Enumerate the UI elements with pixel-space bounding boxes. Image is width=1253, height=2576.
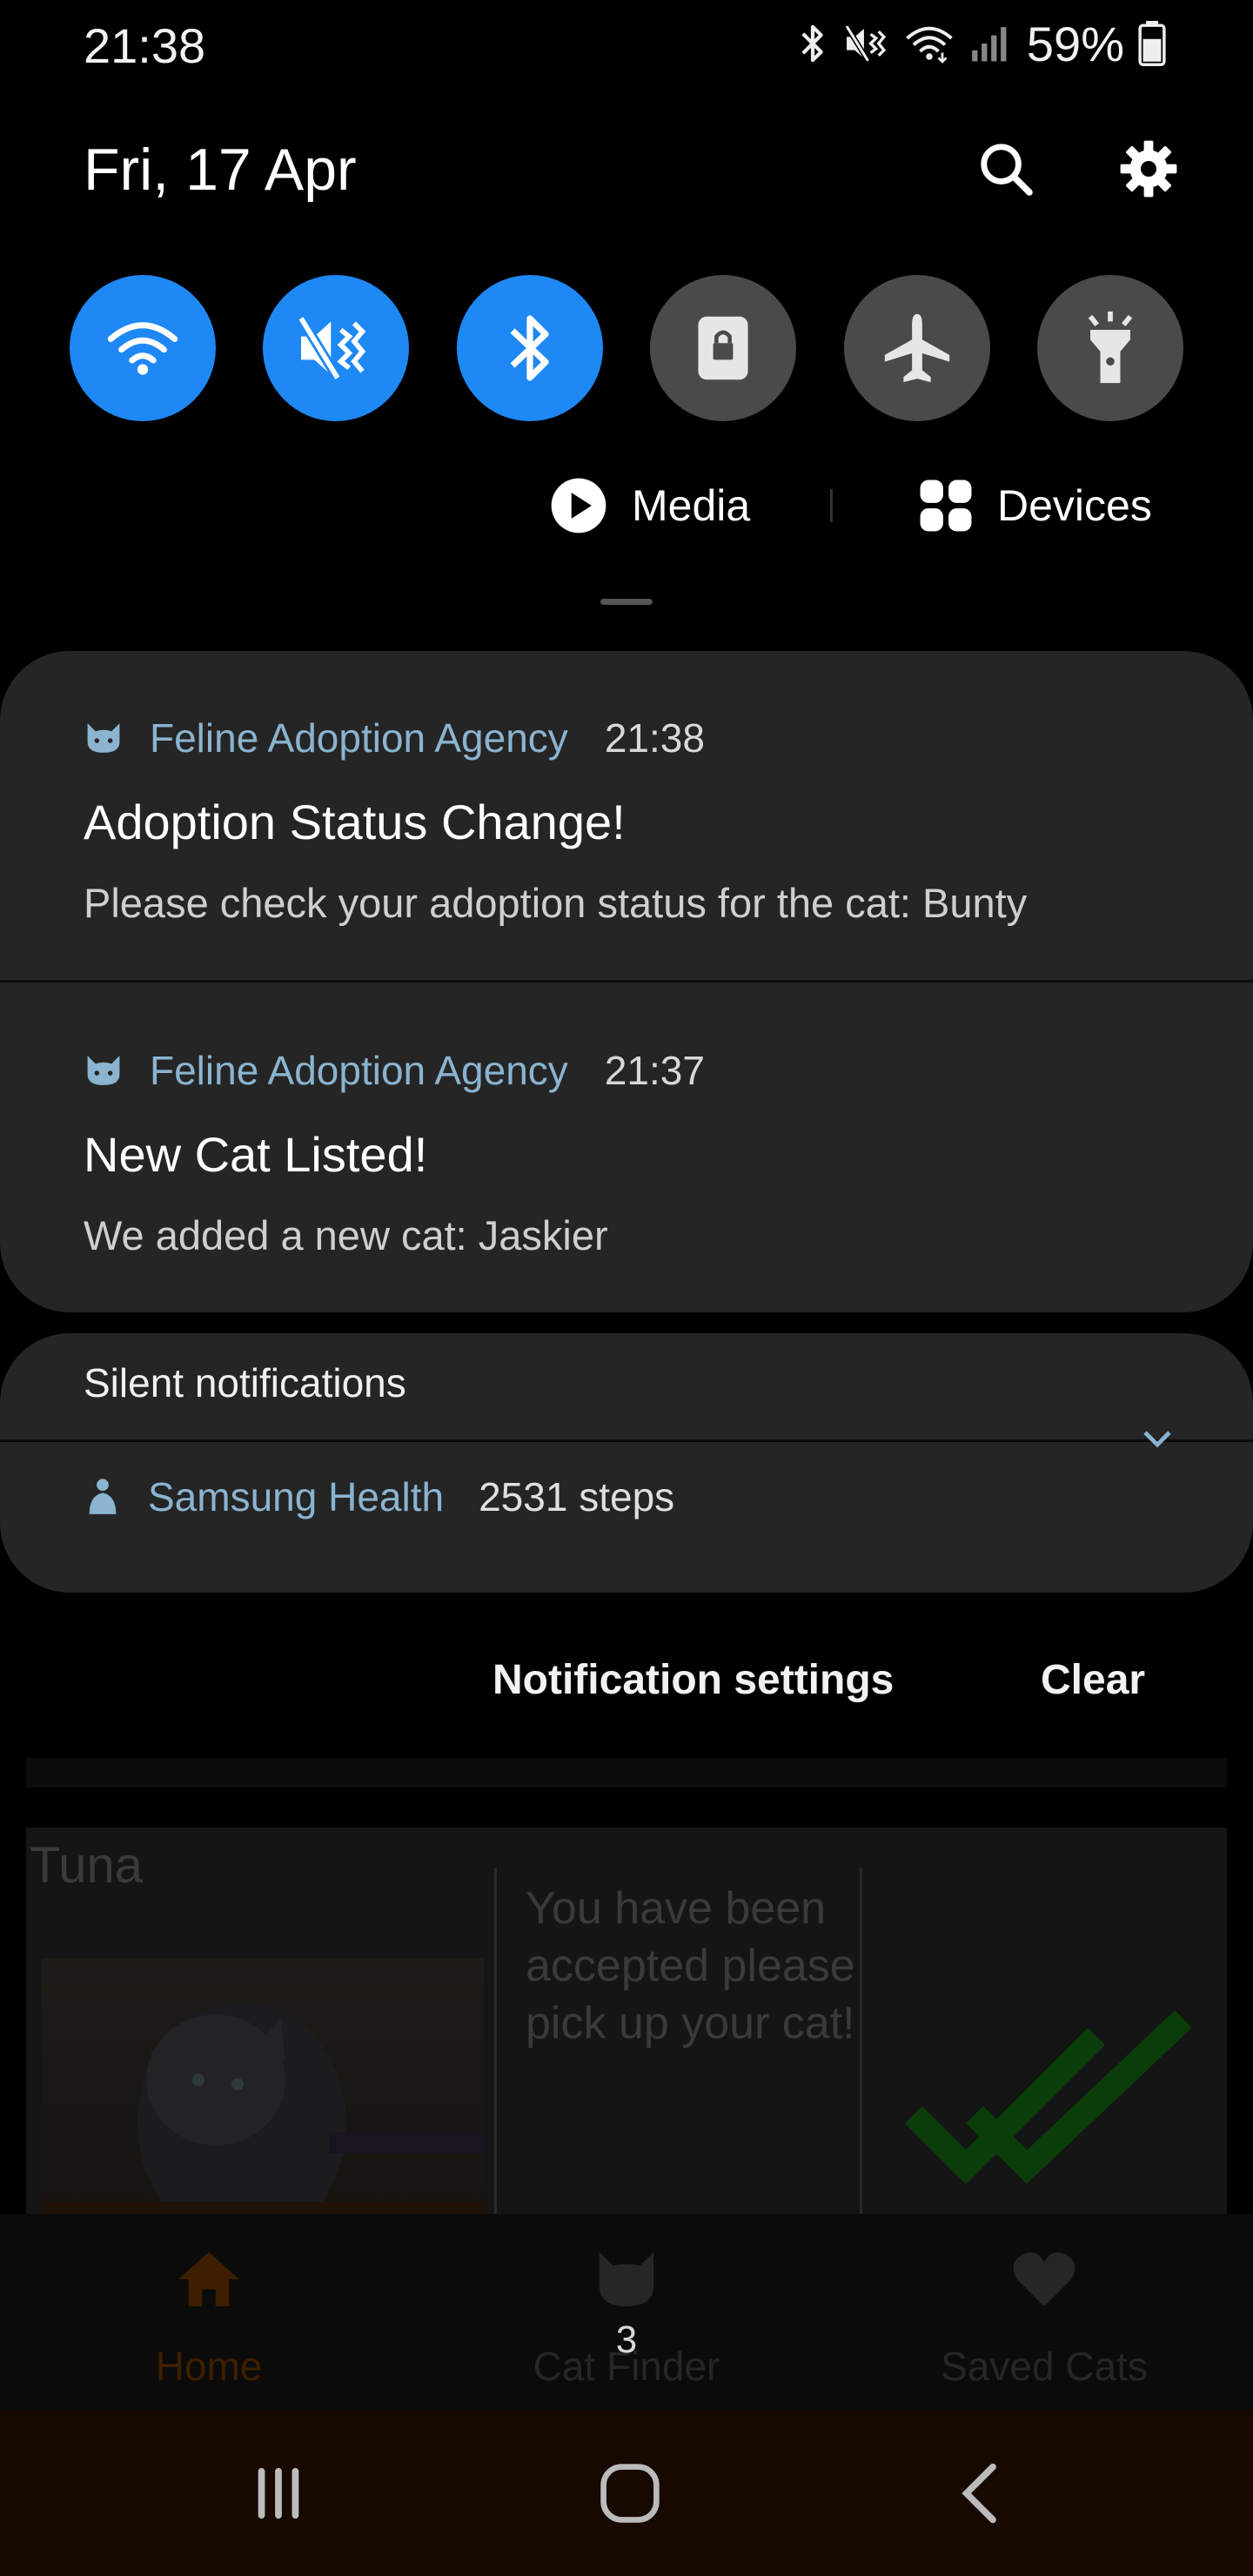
column-divider <box>494 1868 497 2228</box>
double-check-icon <box>905 2009 1192 2184</box>
expand-button[interactable] <box>1140 1426 1175 1454</box>
cat-photo <box>42 1958 484 2228</box>
row-divider <box>830 489 833 522</box>
mute-icon <box>297 315 366 381</box>
heart-icon <box>1013 2252 1075 2307</box>
home-button[interactable] <box>578 2445 682 2541</box>
notification-time: 21:38 <box>604 715 705 761</box>
search-icon <box>981 144 1033 196</box>
back-button[interactable] <box>926 2445 1030 2541</box>
quick-toggles <box>70 275 1183 421</box>
system-navigation-bar <box>0 2411 1253 2576</box>
toggle-wifi[interactable] <box>70 275 216 421</box>
background-strip <box>26 1758 1227 1788</box>
devices-label: Devices <box>997 481 1152 530</box>
flashlight-icon <box>1088 311 1133 384</box>
home-icon <box>178 2251 239 2307</box>
silent-notification-item[interactable]: Samsung Health 2531 steps <box>84 1462 674 1532</box>
silent-app-name: Samsung Health <box>148 1474 445 1519</box>
toggle-sound[interactable] <box>263 275 410 421</box>
chevron-down-icon <box>1143 1431 1171 1448</box>
airplane-icon <box>884 313 949 383</box>
recent-apps-button[interactable] <box>226 2445 331 2541</box>
recent-apps-icon <box>258 2467 299 2519</box>
rotation-lock-icon <box>698 316 748 380</box>
toggle-rotation[interactable] <box>650 275 797 421</box>
notification-title: Adoption Status Change! <box>84 795 626 849</box>
bluetooth-icon <box>801 24 823 63</box>
vibrate-mute-icon <box>844 24 887 63</box>
panel-actions: Notification settings Clear <box>0 1627 1253 1732</box>
home-circle-icon <box>600 2464 660 2523</box>
nav-badge: 3 <box>615 2318 638 2361</box>
signal-icon <box>972 27 1007 62</box>
nav-label: Saved Cats <box>941 2344 1148 2389</box>
notification-app-name: Feline Adoption Agency <box>150 715 568 761</box>
notification-time: 21:37 <box>604 1048 705 1093</box>
cat-icon <box>599 2251 654 2307</box>
media-button[interactable]: Media <box>550 466 750 545</box>
toggle-bluetooth[interactable] <box>456 275 603 421</box>
nav-label: Home <box>155 2344 263 2389</box>
devices-icon <box>920 480 972 532</box>
bluetooth-icon <box>510 315 549 381</box>
steps-summary: 2531 steps <box>479 1474 675 1519</box>
panel-date: Fri, 17 Apr <box>84 137 357 203</box>
status-icons: 59% <box>795 16 1166 71</box>
nav-home[interactable]: Home <box>52 2249 365 2389</box>
devices-button[interactable]: Devices <box>919 466 1152 545</box>
nav-cat-finder[interactable]: Cat Finder 3 <box>470 2249 783 2389</box>
battery-icon <box>1138 21 1166 66</box>
play-icon <box>551 478 606 533</box>
wifi-icon <box>906 26 953 64</box>
notification-body: Please check your adoption status for th… <box>84 880 1028 926</box>
silent-header: Silent notifications <box>84 1360 406 1405</box>
notification-item[interactable]: Feline Adoption Agency 21:37 New Cat Lis… <box>0 983 1253 1312</box>
status-bar: 21:38 59% <box>0 0 1253 87</box>
notification-group: Feline Adoption Agency 21:38 Adoption St… <box>0 651 1253 1312</box>
media-label: Media <box>632 481 751 530</box>
cat-name: Tuna <box>30 1837 144 1894</box>
toggle-airplane[interactable] <box>843 275 990 421</box>
notification-settings-button[interactable]: Notification settings <box>492 1627 894 1732</box>
notification-item[interactable]: Feline Adoption Agency 21:38 Adoption St… <box>0 651 1253 983</box>
cat-app-icon <box>87 723 120 753</box>
settings-button[interactable] <box>1112 132 1185 205</box>
cat-status-card: Tuna You have been accepted please pick … <box>26 1828 1227 2228</box>
panel-drag-handle[interactable] <box>600 599 653 605</box>
notification-body: We added a new cat: Jaskier <box>84 1212 608 1258</box>
silent-divider <box>0 1439 1253 1442</box>
clear-button[interactable]: Clear <box>1041 1627 1145 1732</box>
search-button[interactable] <box>969 132 1042 205</box>
status-time: 21:38 <box>84 18 206 73</box>
notification-header: Feline Adoption Agency 21:38 <box>84 712 705 764</box>
cat-photo-image <box>42 2002 484 2228</box>
background-app: Tuna You have been accepted please pick … <box>0 1758 1253 2419</box>
status-message: You have been accepted please pick up yo… <box>526 1883 855 2049</box>
toggle-flashlight[interactable] <box>1036 275 1183 421</box>
silent-notifications: Silent notifications Samsung Health 2531… <box>0 1333 1253 1593</box>
notification-header: Feline Adoption Agency 21:37 <box>84 1044 705 1097</box>
notification-app-name: Feline Adoption Agency <box>150 1048 568 1093</box>
column-divider <box>860 1868 862 2228</box>
battery-percent: 59% <box>1026 16 1124 71</box>
health-app-icon <box>89 1479 117 1514</box>
gear-icon <box>1120 140 1177 198</box>
nav-saved-cats[interactable]: Saved Cats <box>888 2249 1201 2389</box>
notification-divider <box>0 980 1253 983</box>
media-devices-row: Media Devices <box>0 466 1253 545</box>
notification-title: New Cat Listed! <box>84 1127 428 1182</box>
back-icon <box>962 2463 996 2524</box>
cat-app-icon <box>87 1056 120 1085</box>
wifi-icon <box>107 322 178 375</box>
bottom-navigation: Home Cat Finder 3 Saved Cats <box>0 2214 1253 2411</box>
